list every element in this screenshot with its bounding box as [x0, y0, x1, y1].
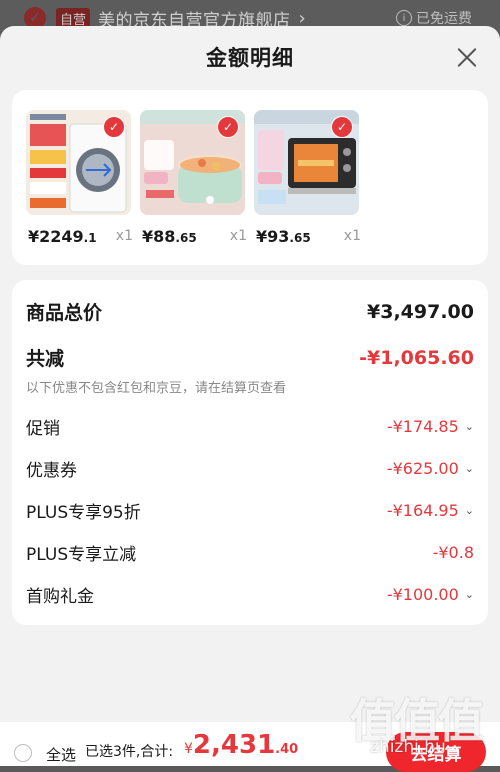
subtotal-label: 商品总价: [26, 302, 103, 324]
discount-label: 优惠券: [26, 461, 77, 481]
discount-row-promotion[interactable]: 促销 -¥174.85 ⌄: [26, 414, 474, 439]
product-item[interactable]: ✓ ¥93.65 x1: [254, 110, 361, 246]
shipping-status: i 已免运费: [396, 8, 472, 28]
product-price: ¥2249.1: [28, 227, 97, 246]
subtotal-row: 商品总价 ¥3,497.00: [26, 298, 474, 325]
product-quantity: x1: [229, 228, 247, 244]
shipping-status-label: 已免运费: [416, 11, 472, 27]
sheet-title: 金额明细: [206, 46, 294, 70]
product-list-card: ✓ ¥2249.1 x1 ✓ ¥88.65 x1 ✓ ¥93.65 x1: [12, 90, 488, 265]
close-icon[interactable]: [456, 46, 478, 68]
chevron-down-icon[interactable]: ⌄: [465, 462, 474, 475]
discount-value: -¥164.95 ⌄: [386, 501, 474, 520]
selected-check-icon[interactable]: ✓: [103, 116, 125, 138]
discount-row-plus-95[interactable]: PLUS专享95折 -¥164.95 ⌄: [26, 498, 474, 523]
chevron-down-icon[interactable]: ⌄: [465, 504, 474, 517]
product-quantity: x1: [115, 228, 133, 244]
discount-label: PLUS专享立减: [26, 545, 137, 565]
oven-product-image: ✓: [254, 110, 359, 215]
product-quantity: x1: [343, 228, 361, 244]
discount-label: PLUS专享95折: [26, 503, 141, 523]
discount-value: -¥0.8: [432, 543, 474, 562]
discount-label: 首购礼金: [26, 587, 94, 607]
info-icon: i: [396, 10, 412, 26]
product-item[interactable]: ✓ ¥2249.1 x1: [26, 110, 133, 246]
product-item[interactable]: ✓ ¥88.65 x1: [140, 110, 247, 246]
subtotal-value: ¥3,497.00: [367, 300, 474, 323]
selected-count-text: 已选3件,合计:: [85, 744, 174, 760]
discount-row-plus-instant: PLUS专享立减 -¥0.8: [26, 540, 474, 565]
cooker-product-image: ✓: [140, 110, 245, 215]
chevron-down-icon[interactable]: ⌄: [465, 420, 474, 433]
select-all-label[interactable]: 全选: [46, 744, 76, 765]
discount-row-first-purchase[interactable]: 首购礼金 -¥100.00 ⌄: [26, 582, 474, 607]
discount-value: -¥625.00 ⌄: [386, 459, 474, 478]
product-price: ¥88.65: [142, 227, 197, 246]
discount-label: 促销: [26, 419, 60, 439]
discount-value: -¥174.85 ⌄: [386, 417, 474, 436]
amount-detail-sheet: 金额明细 ✓ ¥2249.1 x1 ✓ ¥88.65 x1 ✓ ¥93.65 x…: [0, 26, 500, 766]
washer-product-image: ✓: [26, 110, 131, 215]
selected-check-icon[interactable]: ✓: [331, 116, 353, 138]
checkout-bar: 全选 已选3件,合计: ¥2,431.40 去结算: [0, 722, 500, 772]
discount-value: -¥100.00 ⌄: [386, 585, 474, 604]
price-summary-card: 商品总价 ¥3,497.00 共减 -¥1,065.60 以下优惠不包含红包和京…: [12, 280, 488, 625]
chevron-down-icon[interactable]: ⌄: [465, 588, 474, 601]
total-amount: ¥2,431.40: [184, 730, 299, 760]
discount-row-coupon[interactable]: 优惠券 -¥625.00 ⌄: [26, 456, 474, 481]
product-price: ¥93.65: [256, 227, 311, 246]
select-all-radio[interactable]: [14, 744, 32, 762]
selected-check-icon[interactable]: ✓: [217, 116, 239, 138]
checkout-button[interactable]: 去结算: [386, 732, 486, 772]
total-discount-row: 共减 -¥1,065.60: [26, 344, 474, 371]
discount-note: 以下优惠不包含红包和京豆，请在结算页查看: [26, 381, 287, 396]
total-discount-value: -¥1,065.60: [359, 346, 474, 369]
total-discount-label: 共减: [26, 348, 65, 370]
